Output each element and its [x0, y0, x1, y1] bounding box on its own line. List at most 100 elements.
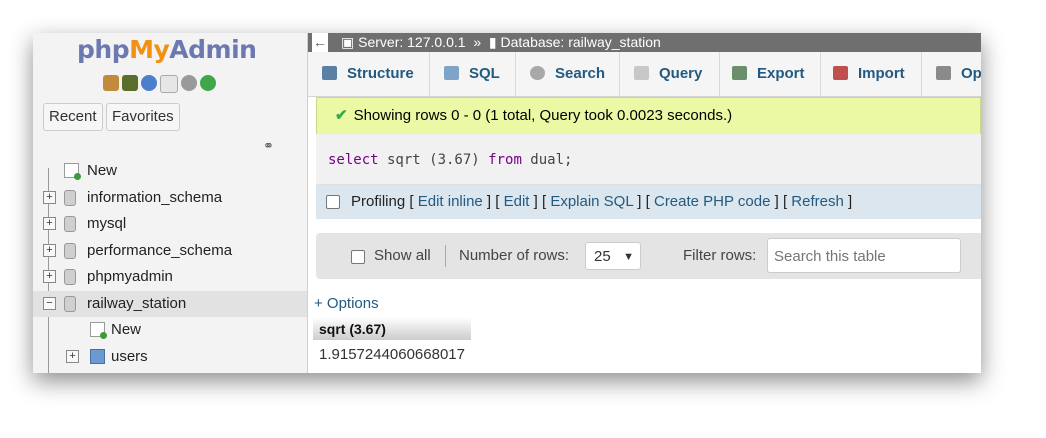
server-icon: ▣	[341, 34, 355, 50]
main-panel: ← ▣ Server: 127.0.0.1 » ▮ Database: rail…	[308, 33, 981, 373]
breadcrumb-server[interactable]: Server: 127.0.0.1	[358, 34, 465, 50]
expand-icon[interactable]: +	[43, 217, 56, 230]
tree-item-mysql[interactable]: + mysql	[33, 211, 307, 238]
success-message: ✔ Showing rows 0 - 0 (1 total, Query took…	[316, 97, 981, 135]
new-table-icon	[90, 322, 107, 339]
tree-item-users[interactable]: + users	[33, 344, 307, 371]
create-php-code-link[interactable]: Create PHP code	[654, 193, 770, 210]
success-message-text: Showing rows 0 - 0 (1 total, Query took …	[353, 107, 733, 124]
table-icon[interactable]	[122, 75, 138, 91]
documentation-icon[interactable]	[160, 75, 178, 93]
table-icon	[90, 348, 105, 364]
expand-icon[interactable]: +	[43, 190, 56, 204]
tab-operations[interactable]: Op	[922, 52, 981, 96]
result-table: sqrt (3.67) 1.9157244060668017	[313, 317, 471, 368]
tree-item-label: New	[87, 162, 118, 179]
database-icon: ▮	[488, 34, 497, 50]
chevron-down-icon: ▼	[623, 251, 634, 263]
profiling-checkbox[interactable]	[326, 195, 340, 209]
database-icon	[64, 269, 76, 285]
tree-item-new-table[interactable]: New	[33, 317, 307, 344]
logo-php: php	[77, 35, 130, 64]
help-icon[interactable]	[141, 75, 157, 91]
rows-per-page-select[interactable]: 25 ▼	[585, 242, 641, 270]
expand-icon[interactable]: +	[43, 243, 56, 257]
tree-item-label: railway_station	[87, 294, 187, 312]
sql-query-box[interactable]: select sqrt (3.67) from dual;	[316, 134, 981, 185]
database-icon	[64, 216, 76, 232]
sql-query-text: select sqrt (3.67) from dual;	[328, 152, 572, 168]
navigation-sidebar: phpMyAdmin Recent Favorites ⚭ New + info…	[33, 33, 308, 373]
tab-query[interactable]: Query	[620, 52, 720, 96]
tree-item-label: performance_schema	[87, 241, 233, 259]
expand-icon[interactable]: +	[43, 270, 56, 283]
tab-label: Search	[555, 65, 606, 82]
tab-bar: Structure SQL Search Query Export Import…	[308, 52, 981, 97]
link-icon[interactable]: ⚭	[263, 138, 274, 154]
sql-table: dual;	[521, 152, 573, 168]
tree-item-information-schema[interactable]: + information_schema	[33, 185, 307, 212]
tree-item-label: New	[111, 321, 142, 338]
sidebar-icon-row	[103, 75, 216, 93]
import-icon	[833, 66, 848, 80]
filter-rows-label: Filter rows:	[683, 247, 757, 264]
screenshot-frame: phpMyAdmin Recent Favorites ⚭ New + info…	[33, 33, 981, 373]
home-icon[interactable]	[103, 75, 119, 91]
number-of-rows-label: Number of rows:	[459, 247, 570, 264]
database-icon	[64, 189, 76, 206]
tab-import[interactable]: Import	[821, 52, 922, 96]
export-icon	[732, 66, 747, 80]
breadcrumb-separator: »	[473, 34, 482, 50]
tree-item-label: mysql	[87, 215, 127, 232]
divider	[445, 245, 446, 267]
tree-item-new[interactable]: New	[33, 158, 307, 185]
tab-label: Import	[858, 65, 905, 82]
options-link[interactable]: + Options	[314, 295, 379, 312]
database-icon	[64, 295, 76, 312]
result-cell[interactable]: 1.9157244060668017	[313, 340, 471, 368]
collapse-icon[interactable]: −	[43, 296, 56, 310]
reload-icon[interactable]	[200, 75, 216, 91]
tree-item-label: users	[111, 347, 148, 365]
breadcrumb-trail: ▣ Server: 127.0.0.1 » ▮ Database: railwa…	[341, 33, 661, 52]
column-header-sqrt[interactable]: sqrt (3.67)	[313, 317, 471, 340]
sql-expression: sqrt (3.67)	[378, 152, 489, 168]
search-icon	[530, 66, 545, 80]
edit-inline-link[interactable]: Edit inline	[418, 193, 483, 210]
phpmyadmin-logo[interactable]: phpMyAdmin	[77, 35, 257, 64]
filter-rows-input[interactable]: Search this table	[767, 238, 961, 273]
tab-export[interactable]: Export	[720, 52, 821, 96]
settings-icon[interactable]	[181, 75, 197, 91]
back-arrow-icon[interactable]: ←	[312, 33, 328, 52]
breadcrumb-database[interactable]: Database: railway_station	[501, 34, 661, 50]
edit-link[interactable]: Edit	[504, 193, 530, 210]
sql-icon	[444, 66, 459, 80]
tab-label: Query	[659, 65, 703, 82]
recent-button[interactable]: Recent	[43, 103, 103, 131]
favorites-button[interactable]: Favorites	[106, 103, 180, 131]
structure-icon	[322, 66, 337, 80]
show-all-label[interactable]: Show all	[374, 247, 431, 264]
tree-item-phpmyadmin[interactable]: + phpmyadmin	[33, 264, 307, 291]
checkmark-icon: ✔	[335, 107, 348, 124]
database-tree: New + information_schema + mysql + perfo…	[33, 158, 307, 373]
breadcrumb: ← ▣ Server: 127.0.0.1 » ▮ Database: rail…	[308, 33, 981, 52]
tree-item-performance-schema[interactable]: + performance_schema	[33, 238, 307, 265]
tree-item-label: phpmyadmin	[87, 268, 173, 285]
sql-keyword-from: from	[488, 152, 522, 168]
profiling-links: Profiling [ Edit inline ] [ Edit ] [ Exp…	[351, 193, 853, 210]
table-row: 1.9157244060668017	[313, 340, 471, 368]
explain-sql-link[interactable]: Explain SQL	[550, 193, 633, 210]
tab-search[interactable]: Search	[516, 52, 620, 96]
tree-item-label: information_schema	[87, 188, 223, 206]
tab-label: Export	[757, 65, 805, 82]
refresh-link[interactable]: Refresh	[791, 193, 844, 210]
tree-item-railway-station[interactable]: − railway_station	[33, 290, 307, 317]
expand-icon[interactable]: +	[66, 349, 79, 363]
logo-my: My	[129, 35, 170, 64]
show-all-checkbox[interactable]	[351, 250, 365, 264]
logo-admin: Admin	[169, 35, 257, 64]
tab-sql[interactable]: SQL	[430, 52, 516, 96]
rows-per-page-value: 25	[594, 248, 611, 265]
tab-structure[interactable]: Structure	[308, 52, 430, 96]
